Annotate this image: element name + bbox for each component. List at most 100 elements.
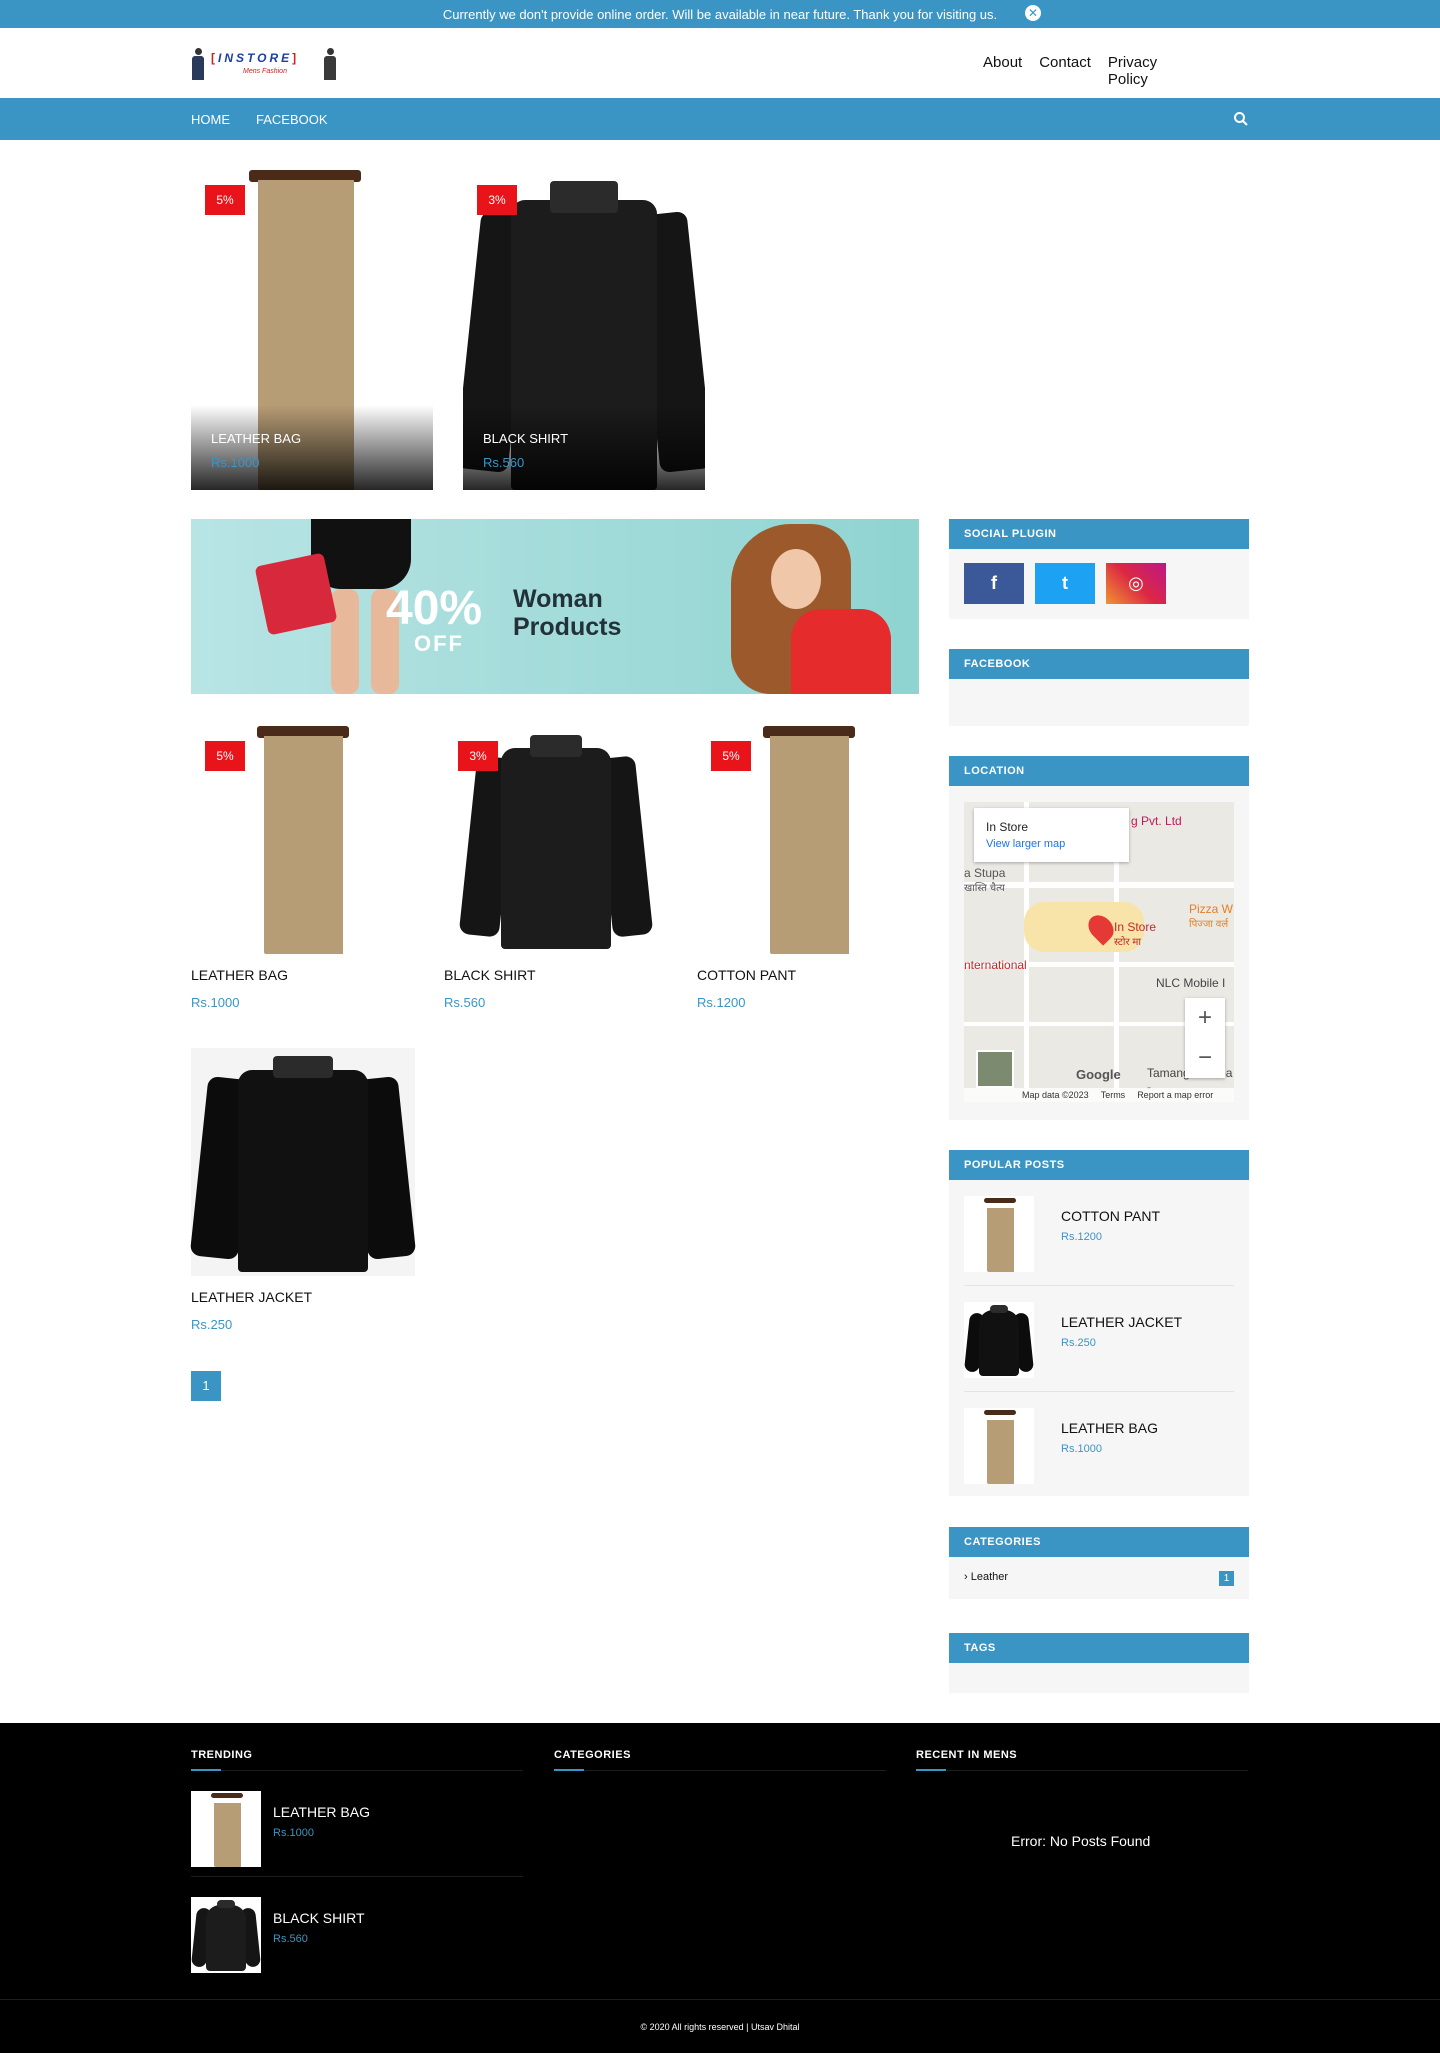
banner-off: OFF xyxy=(414,631,464,656)
notice-text: Currently we don't provide online order.… xyxy=(442,6,998,22)
banner-percent: 40% xyxy=(386,582,483,635)
product-title[interactable]: LEATHER BAG xyxy=(191,967,415,983)
satellite-toggle[interactable] xyxy=(976,1050,1014,1088)
post-price: Rs.1000 xyxy=(273,1827,314,1839)
product-card[interactable]: LEATHER JACKET Rs.250 xyxy=(190,1048,416,1332)
logo-figure-left xyxy=(191,48,205,80)
product-title[interactable]: LEATHER JACKET xyxy=(191,1289,415,1305)
post-price: Rs.1200 xyxy=(1061,1231,1102,1243)
product-image[interactable]: 5% xyxy=(191,726,415,954)
map-pin-label: In Store स्टोर मा xyxy=(1114,920,1157,948)
facebook-icon[interactable]: f xyxy=(964,563,1024,604)
product-price: Rs.560 xyxy=(444,995,486,1010)
close-icon[interactable]: ✕ xyxy=(1025,5,1041,21)
twitter-icon[interactable]: t xyxy=(1035,563,1095,604)
post-thumbnail[interactable] xyxy=(964,1196,1034,1272)
instagram-icon[interactable]: ◎ xyxy=(1106,563,1166,604)
categories-widget: CATEGORIES › Leather 1 xyxy=(949,1527,1249,1599)
post-title[interactable]: LEATHER BAG xyxy=(1061,1420,1158,1436)
view-larger-map-link[interactable]: View larger map xyxy=(986,838,1065,850)
product-card[interactable]: 5% COTTON PANT Rs.1200 xyxy=(697,726,921,1010)
discount-badge: 5% xyxy=(205,741,245,771)
product-title[interactable]: COTTON PANT xyxy=(697,967,921,983)
zoom-in-button[interactable]: + xyxy=(1185,998,1225,1038)
post-title[interactable]: LEATHER JACKET xyxy=(1061,1314,1182,1330)
widget-title: POPULAR POSTS xyxy=(949,1150,1249,1180)
product-image[interactable]: 3% xyxy=(444,726,668,954)
product-price: Rs.1200 xyxy=(697,995,746,1010)
product-price: Rs.1000 xyxy=(191,995,240,1010)
popular-post-item[interactable]: LEATHER JACKET Rs.250 xyxy=(964,1286,1234,1392)
featured-card[interactable]: 5% LEATHER BAG Rs.1000 xyxy=(191,165,433,490)
product-image[interactable] xyxy=(190,1048,416,1276)
logo-brand: [INSTORE] xyxy=(211,51,300,65)
post-title[interactable]: LEATHER BAG xyxy=(273,1804,370,1820)
nav-item-home[interactable]: HOME xyxy=(191,112,230,127)
map-zoom-controls: + − xyxy=(1185,998,1225,1078)
location-widget: LOCATION g Pvt. Ltd a Stupa खास्ति चैत्य… xyxy=(949,756,1249,1120)
widget-title: FACEBOOK xyxy=(949,649,1249,679)
tags-widget: TAGS xyxy=(949,1633,1249,1693)
map-info-card: In Store View larger map xyxy=(974,808,1129,862)
popular-post-item[interactable]: COTTON PANT Rs.1200 xyxy=(964,1180,1234,1286)
post-title[interactable]: COTTON PANT xyxy=(1061,1208,1160,1224)
banner-model xyxy=(711,519,919,694)
logo-tagline: Mens Fashion xyxy=(243,68,287,75)
discount-badge: 5% xyxy=(205,185,245,215)
location-map[interactable]: g Pvt. Ltd a Stupa खास्ति चैत्य Pizza W … xyxy=(964,802,1234,1102)
post-thumbnail[interactable] xyxy=(964,1302,1034,1378)
product-card[interactable]: 5% LEATHER BAG Rs.1000 xyxy=(191,726,415,1010)
post-title[interactable]: BLACK SHIRT xyxy=(273,1910,365,1926)
featured-card[interactable]: 3% BLACK SHIRT Rs.560 xyxy=(463,165,705,490)
site-header: [INSTORE] Mens Fashion About Contact Pri… xyxy=(0,28,1440,98)
widget-title: LOCATION xyxy=(949,756,1249,786)
product-card[interactable]: 3% BLACK SHIRT Rs.560 xyxy=(444,726,668,1010)
trending-item[interactable]: LEATHER BAG Rs.1000 xyxy=(191,1771,523,1877)
footer-heading: TRENDING xyxy=(191,1749,523,1771)
discount-badge: 3% xyxy=(458,741,498,771)
product-price: Rs.250 xyxy=(191,1317,233,1332)
social-widget: SOCIAL PLUGIN f t ◎ xyxy=(949,519,1249,619)
trending-item[interactable]: BLACK SHIRT Rs.560 xyxy=(191,1877,523,1983)
featured-price: Rs.560 xyxy=(483,455,525,470)
featured-title[interactable]: BLACK SHIRT xyxy=(483,431,568,446)
category-count: 1 xyxy=(1219,1571,1234,1586)
post-price: Rs.560 xyxy=(273,1933,308,1945)
widget-title: SOCIAL PLUGIN xyxy=(949,519,1249,549)
search-icon[interactable] xyxy=(1233,111,1249,127)
footer-categories: CATEGORIES xyxy=(554,1749,886,1771)
product-title[interactable]: BLACK SHIRT xyxy=(444,967,668,983)
popular-post-item[interactable]: LEATHER BAG Rs.1000 xyxy=(964,1392,1234,1498)
top-link-about[interactable]: About xyxy=(983,54,1022,88)
footer-heading: RECENT IN MENS xyxy=(916,1749,1248,1771)
site-logo[interactable]: [INSTORE] Mens Fashion xyxy=(191,46,339,82)
google-logo: Google xyxy=(1076,1067,1121,1082)
post-thumbnail[interactable] xyxy=(964,1408,1034,1484)
pant-image xyxy=(763,726,855,954)
no-posts-message: Error: No Posts Found xyxy=(1011,1833,1151,1849)
featured-title[interactable]: LEATHER BAG xyxy=(211,431,301,446)
category-item[interactable]: › Leather 1 xyxy=(949,1557,1249,1596)
post-thumbnail[interactable] xyxy=(191,1897,261,1973)
widget-title: TAGS xyxy=(949,1633,1249,1663)
promo-banner[interactable]: 40% OFF Woman Products xyxy=(191,519,919,694)
category-label[interactable]: Leather xyxy=(971,1571,1008,1583)
map-report-link[interactable]: Report a map error xyxy=(1137,1090,1213,1100)
pant-image xyxy=(257,726,349,954)
post-thumbnail[interactable] xyxy=(191,1791,261,1867)
notice-bar: Currently we don't provide online order.… xyxy=(0,0,1440,28)
map-place-name: In Store xyxy=(986,820,1029,834)
zoom-out-button[interactable]: − xyxy=(1185,1038,1225,1078)
popular-posts-widget: POPULAR POSTS COTTON PANT Rs.1200 LEATHE… xyxy=(949,1150,1249,1496)
discount-badge: 5% xyxy=(711,741,751,771)
chevron-right-icon: › xyxy=(964,1571,971,1583)
product-image[interactable]: 5% xyxy=(697,726,921,954)
top-link-contact[interactable]: Contact xyxy=(1039,54,1091,88)
map-attribution: Map data ©2023 Terms Report a map error xyxy=(964,1088,1234,1102)
footer-trending: TRENDING LEATHER BAG Rs.1000 BLACK SHIRT… xyxy=(191,1749,523,1983)
main-nav: HOME FACEBOOK xyxy=(0,98,1440,140)
map-terms-link[interactable]: Terms xyxy=(1101,1090,1126,1100)
nav-item-facebook[interactable]: FACEBOOK xyxy=(256,112,328,127)
top-link-privacy[interactable]: Privacy Policy xyxy=(1108,54,1157,88)
page-button[interactable]: 1 xyxy=(191,1371,221,1401)
